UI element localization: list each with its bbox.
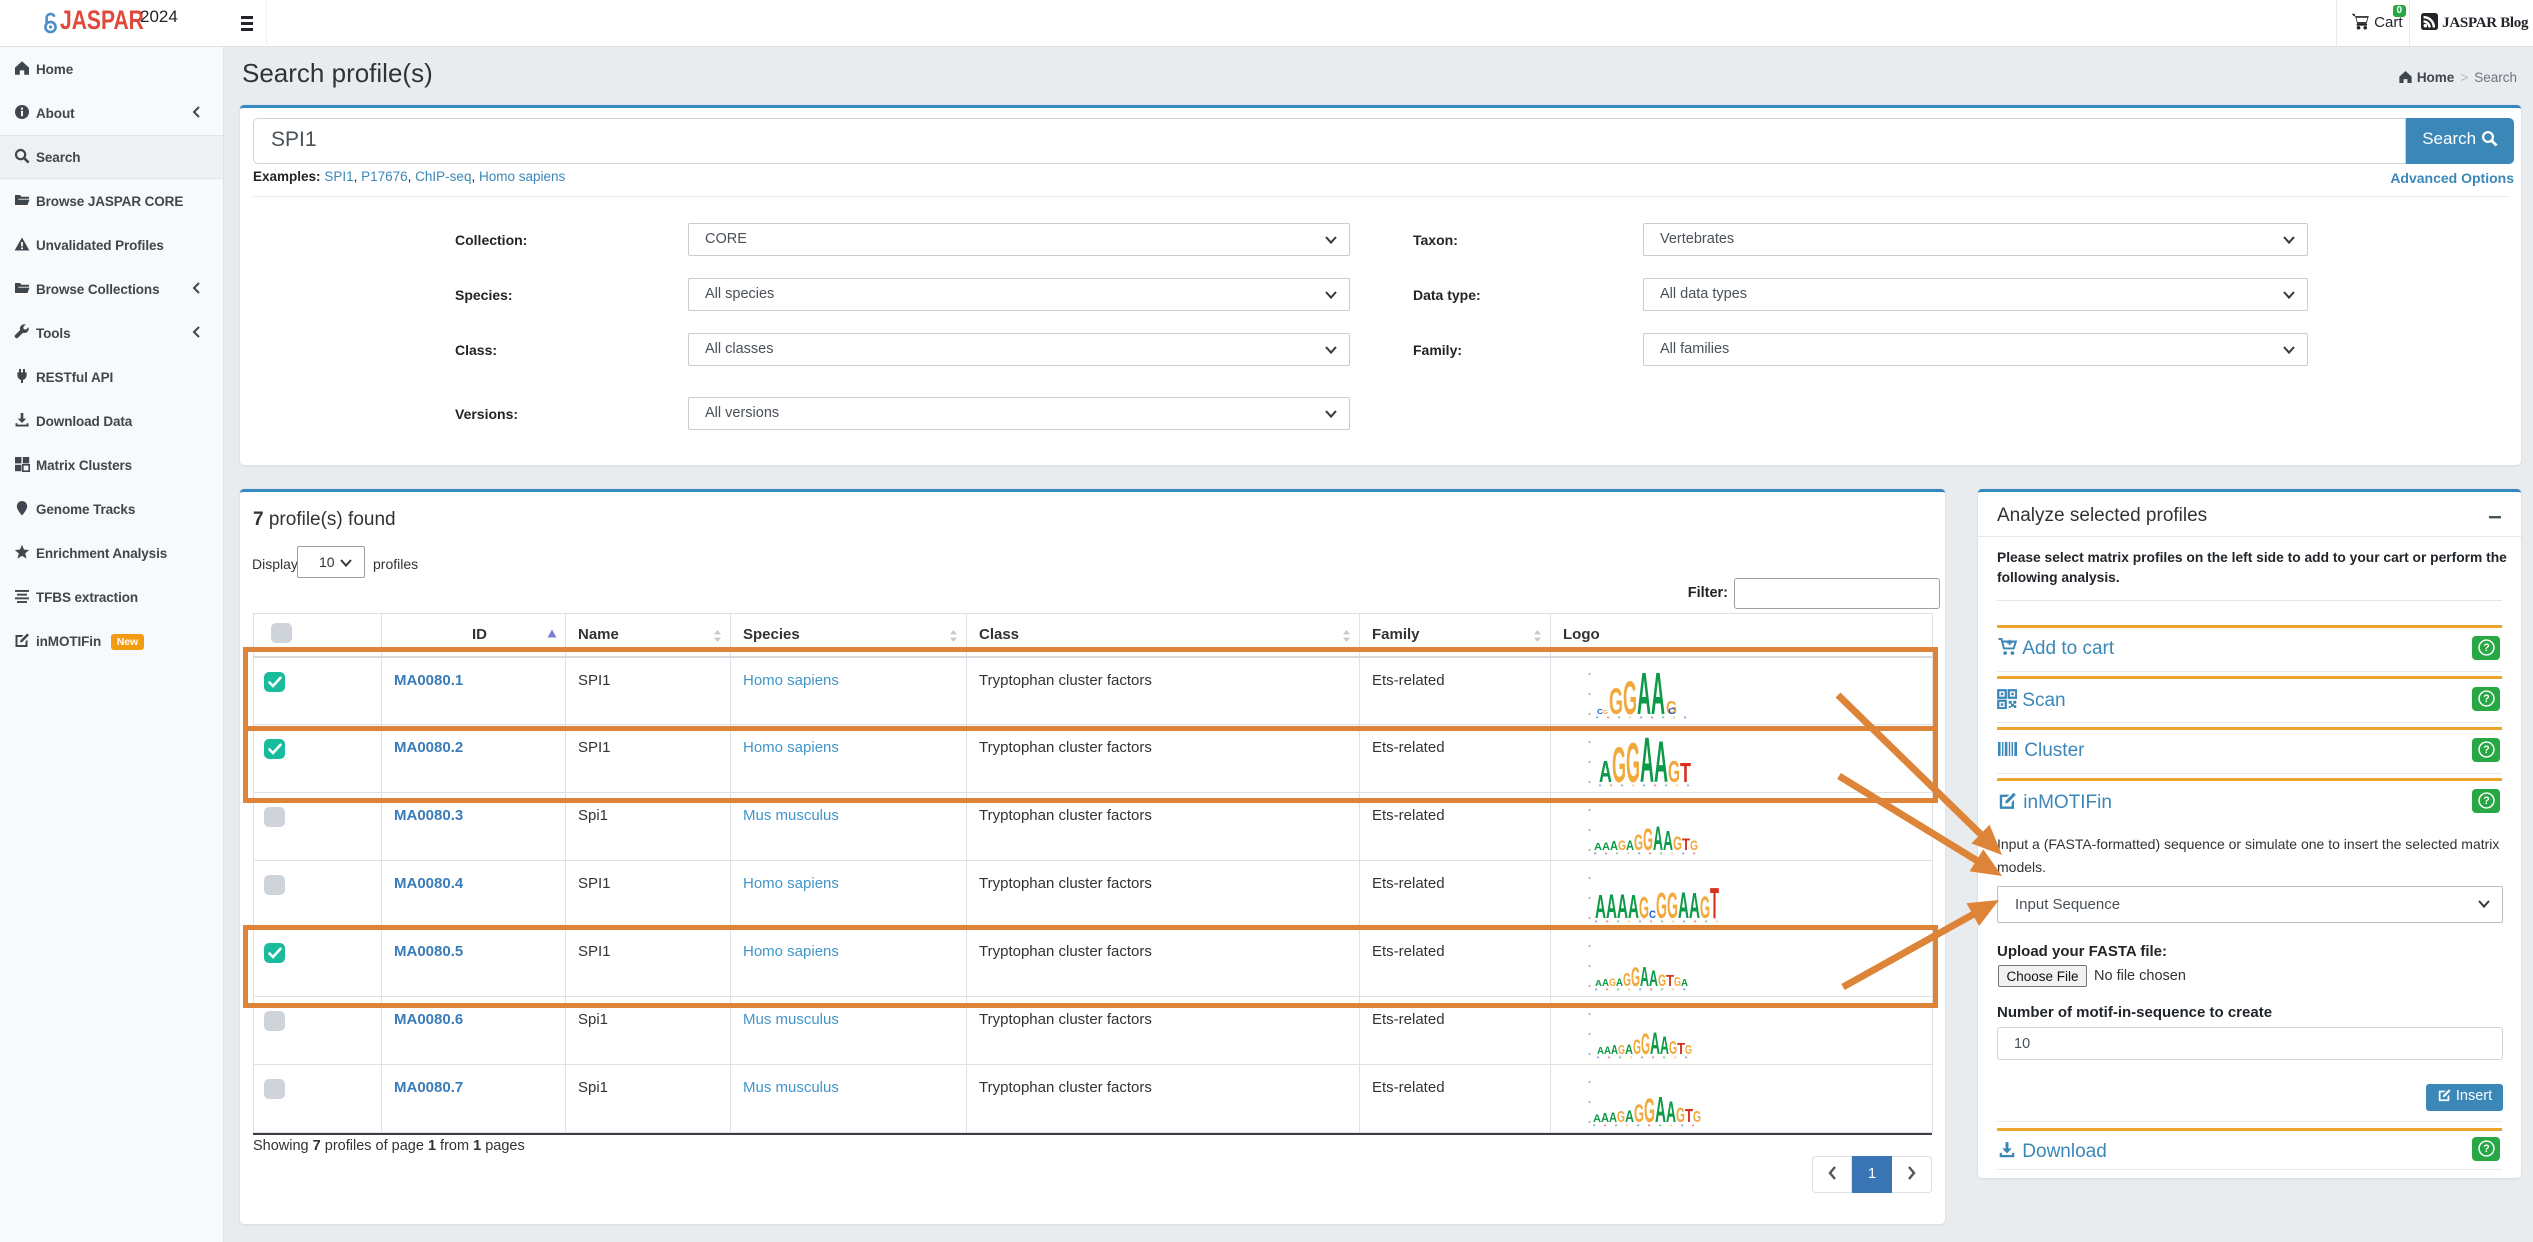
svg-text:?: ? <box>2483 642 2489 654</box>
svg-text:?: ? <box>2483 795 2489 807</box>
svg-text:?: ? <box>2483 744 2489 756</box>
svg-text:?: ? <box>2483 693 2489 705</box>
svg-text:?: ? <box>2483 1143 2489 1155</box>
